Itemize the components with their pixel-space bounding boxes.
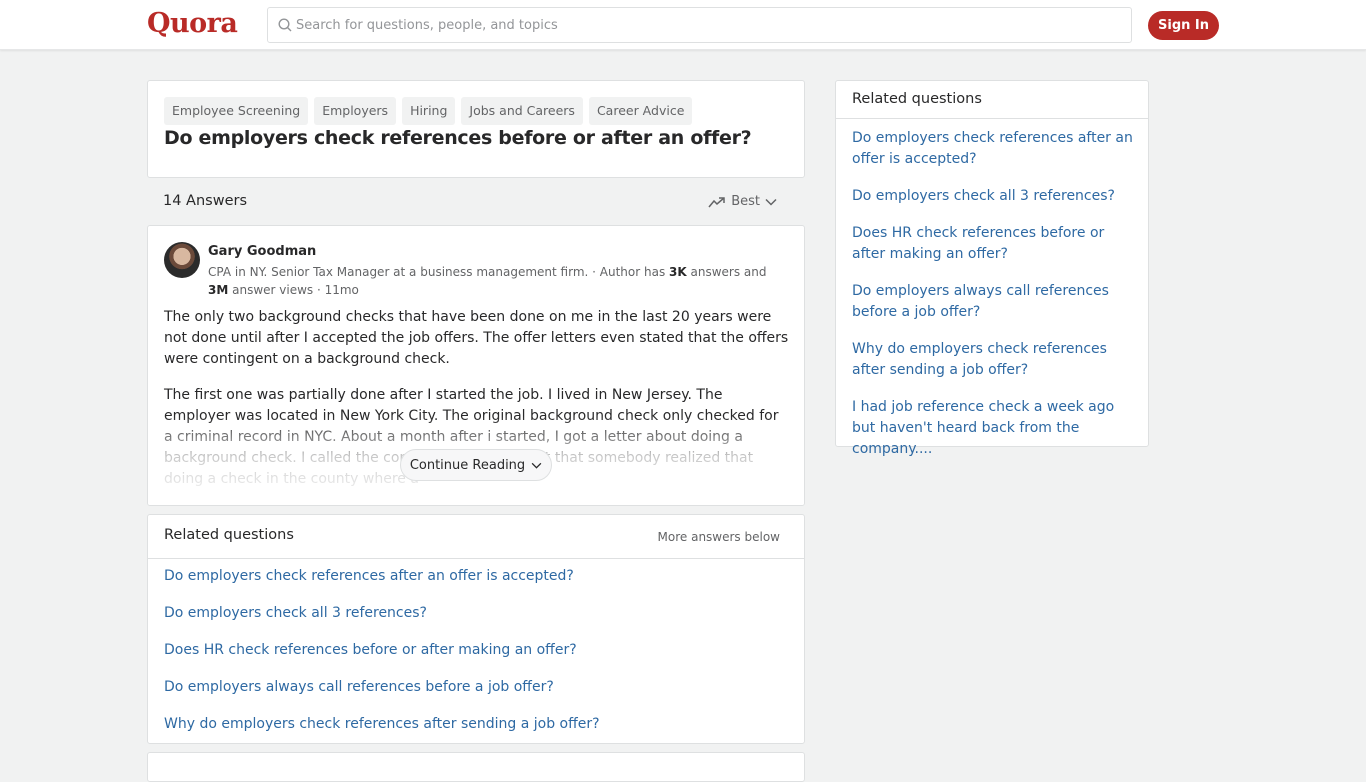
related-question-link[interactable]: Do employers always call references befo…	[164, 679, 554, 695]
sidebar-header: Related questions	[836, 81, 1148, 119]
sidebar-title: Related questions	[852, 91, 982, 107]
question-title: Do employers check references before or …	[164, 127, 752, 149]
sign-in-button[interactable]: Sign In	[1148, 11, 1219, 40]
related-questions-sidebar: Related questions Do employers check ref…	[835, 80, 1149, 457]
sidebar-question-link[interactable]: Does HR check references before or after…	[852, 223, 1137, 265]
quora-logo[interactable]: Quora	[147, 8, 238, 39]
sidebar-question-link[interactable]: Do employers check references after an o…	[852, 128, 1137, 170]
views-count: 3M	[208, 283, 229, 297]
sidebar-question-link[interactable]: Do employers always call references befo…	[852, 281, 1137, 323]
related-question-link[interactable]: Does HR check references before or after…	[164, 642, 577, 658]
topic-tag[interactable]: Employers	[314, 97, 397, 125]
related-header: Related questions More answers below	[148, 515, 804, 559]
sidebar-question-link[interactable]: Why do employers check references after …	[852, 339, 1137, 381]
trending-up-icon	[708, 196, 725, 207]
chevron-down-icon	[765, 198, 777, 206]
author-credential: CPA in NY. Senior Tax Manager at a busin…	[208, 263, 788, 299]
avatar[interactable]	[164, 242, 200, 278]
author-name[interactable]: Gary Goodman	[208, 244, 316, 259]
related-question-link[interactable]: Why do employers check references after …	[164, 716, 600, 732]
question-card: Employee Screening Employers Hiring Jobs…	[147, 80, 805, 178]
topic-list: Employee Screening Employers Hiring Jobs…	[164, 97, 693, 125]
sort-label: Best	[731, 194, 760, 209]
topic-tag[interactable]: Career Advice	[588, 97, 693, 125]
topic-tag[interactable]: Hiring	[402, 97, 456, 125]
next-answer-card	[147, 752, 805, 782]
sidebar-question-link[interactable]: I had job reference check a week ago but…	[852, 397, 1137, 460]
related-questions-inline: Related questions More answers below Do …	[147, 514, 805, 744]
topic-tag[interactable]: Jobs and Careers	[461, 97, 583, 125]
credential-suffix: answer views · 11mo	[228, 283, 359, 297]
more-answers-below: More answers below	[657, 530, 780, 544]
sidebar-question-link[interactable]: Do employers check all 3 references?	[852, 186, 1137, 207]
continue-reading-button[interactable]: Continue Reading	[400, 449, 552, 481]
credential-text: CPA in NY. Senior Tax Manager at a busin…	[208, 265, 670, 279]
answer-card: Gary Goodman CPA in NY. Senior Tax Manag…	[147, 225, 805, 506]
continue-reading-label: Continue Reading	[409, 457, 526, 473]
related-title: Related questions	[164, 527, 294, 543]
answers-count: 14 Answers	[163, 193, 248, 209]
sort-dropdown[interactable]: Best	[708, 194, 777, 209]
answers-count: 3K	[669, 265, 687, 279]
search-icon	[278, 18, 292, 32]
top-header: Quora Sign In	[0, 0, 1366, 50]
chevron-down-icon	[531, 462, 542, 469]
search-input[interactable]	[296, 8, 1116, 42]
topic-tag[interactable]: Employee Screening	[164, 97, 309, 125]
answer-paragraph: The only two background checks that have…	[164, 309, 789, 367]
credential-mid: answers and	[686, 265, 767, 279]
answers-bar: 14 Answers Best	[147, 184, 805, 220]
related-question-link[interactable]: Do employers check all 3 references?	[164, 605, 427, 621]
related-question-link[interactable]: Do employers check references after an o…	[164, 568, 574, 584]
search-box[interactable]	[267, 7, 1132, 43]
